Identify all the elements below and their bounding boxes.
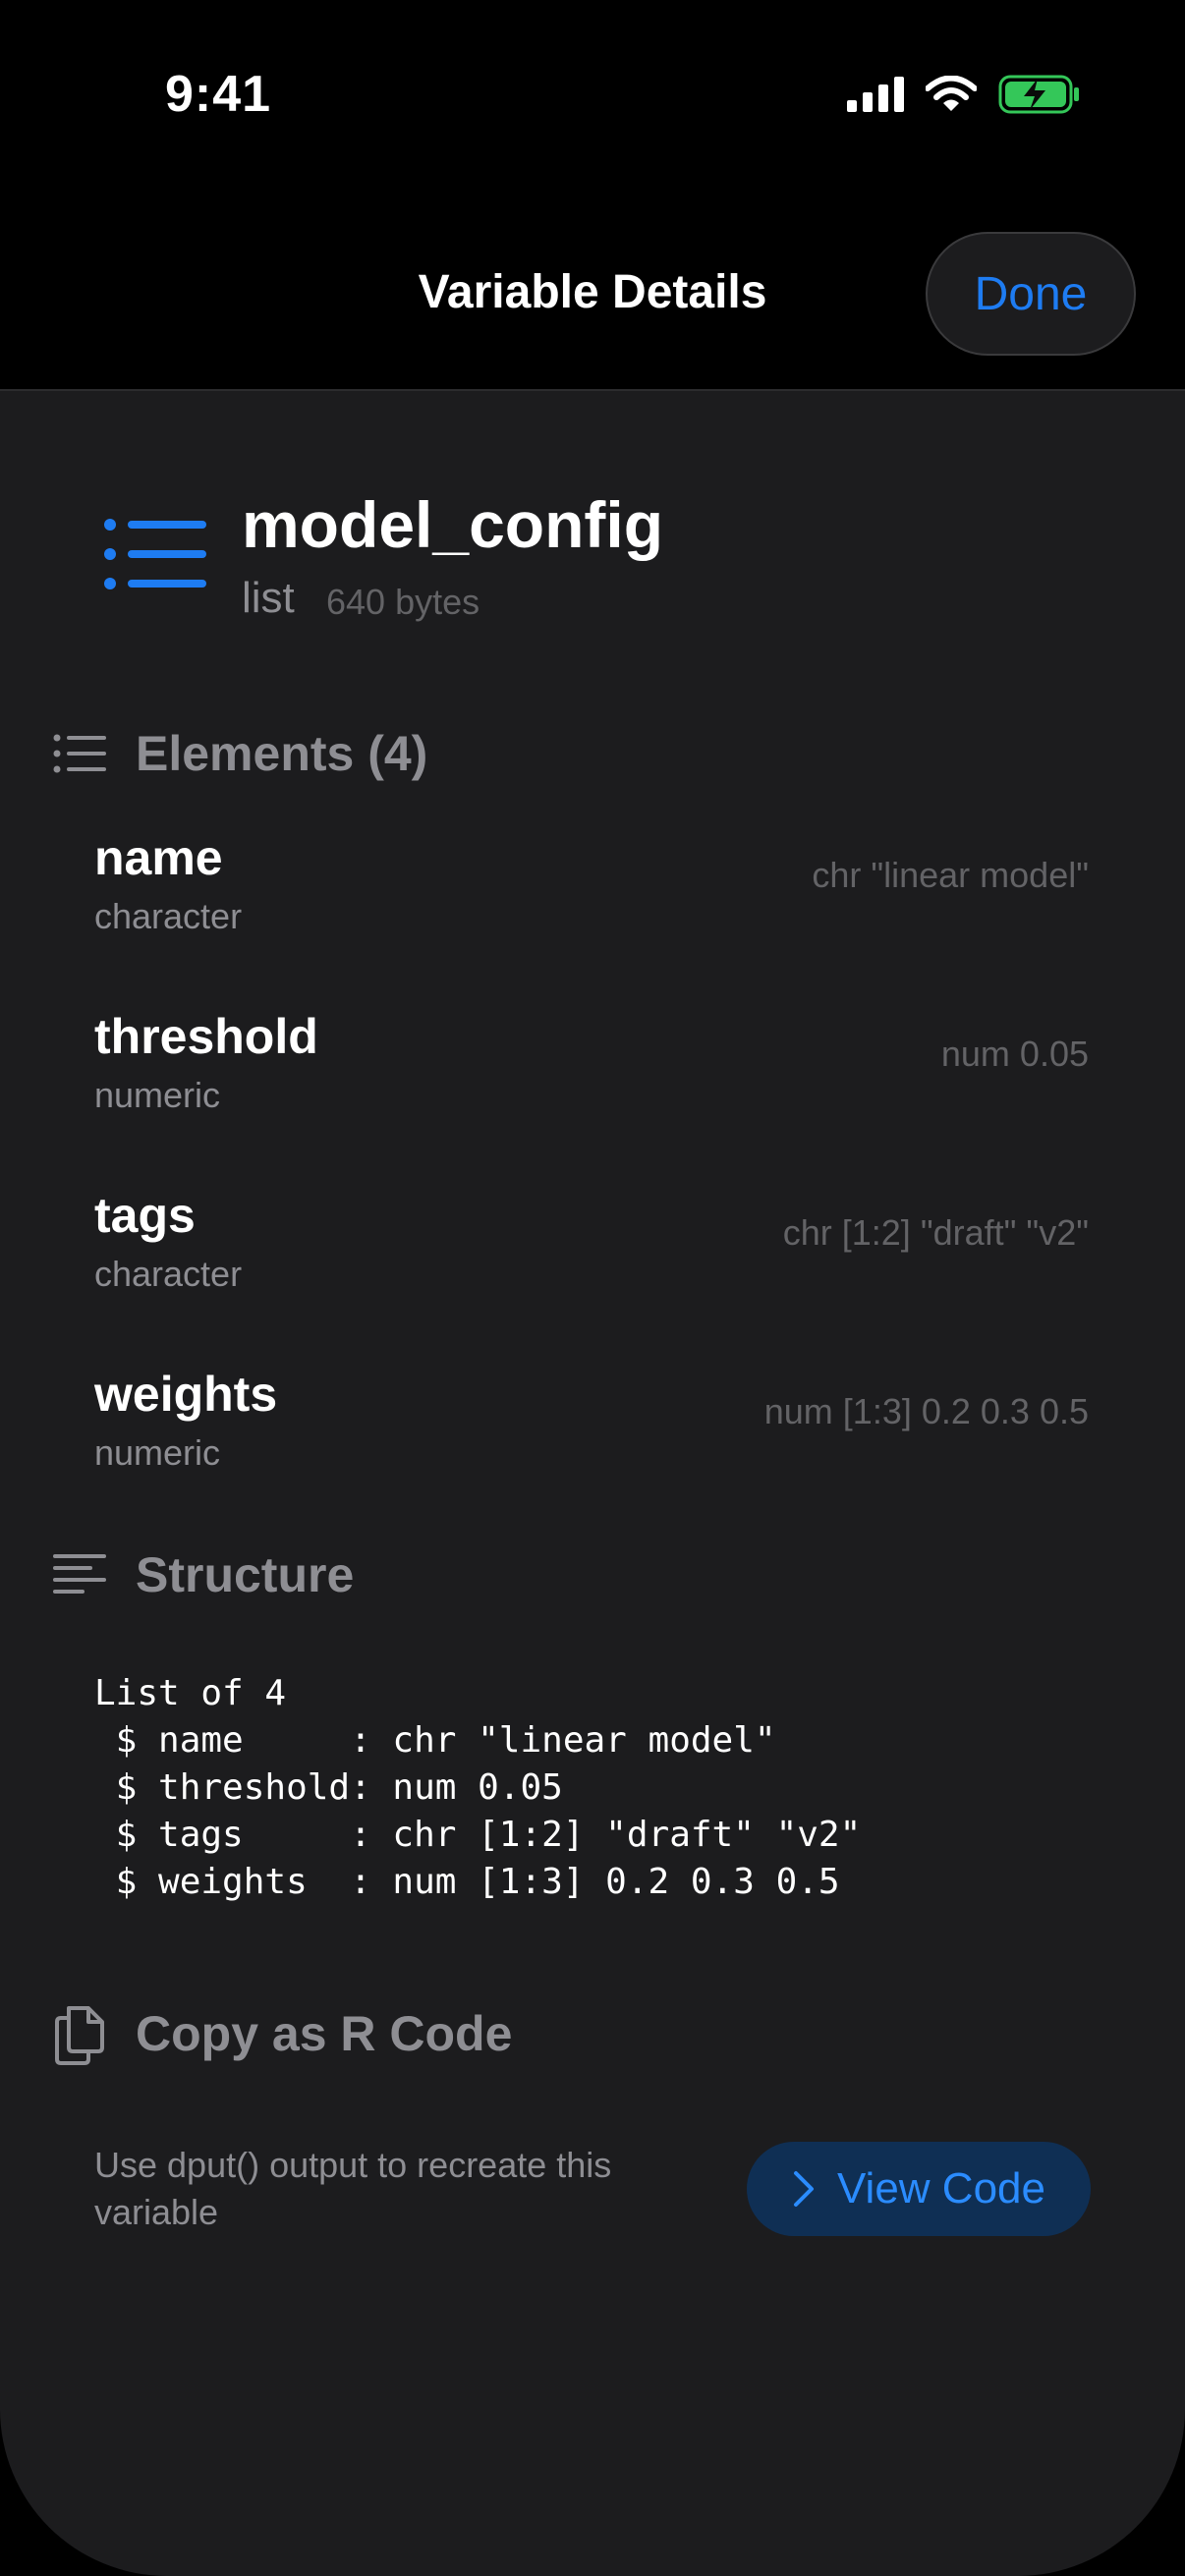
element-row[interactable]: name character chr "linear model" <box>94 829 1089 977</box>
status-bar: 9:41 <box>0 0 1185 196</box>
copy-section-header: Copy as R Code <box>53 2002 512 2065</box>
element-row[interactable]: weights numeric num [1:3] 0.2 0.3 0.5 <box>94 1366 1089 1513</box>
element-value: chr "linear model" <box>812 855 1089 895</box>
element-name: name <box>94 830 223 885</box>
cellular-signal-icon <box>847 77 904 112</box>
detail-sheet: model_config list 640 bytes Elements (4)… <box>0 389 1185 2576</box>
copy-description: Use dput() output to recreate this varia… <box>94 2145 612 2232</box>
structure-section-title: Structure <box>136 1547 355 1602</box>
view-code-button[interactable]: View Code <box>747 2142 1091 2236</box>
element-name: tags <box>94 1188 196 1243</box>
status-time: 9:41 <box>165 66 272 123</box>
element-value: num [1:3] 0.2 0.3 0.5 <box>763 1391 1089 1431</box>
status-icons <box>847 75 1081 114</box>
view-code-label: View Code <box>837 2164 1045 2212</box>
element-class: numeric <box>94 1432 221 1473</box>
element-name: weights <box>94 1367 278 1422</box>
variable-size: 640 bytes <box>326 582 480 622</box>
elements-section-header: Elements (4) <box>53 725 427 782</box>
element-class: character <box>94 1254 243 1294</box>
text-align-left-icon <box>53 1554 106 1594</box>
list-icon <box>53 734 106 773</box>
element-value: chr [1:2] "draft" "v2" <box>782 1212 1089 1253</box>
done-button[interactable]: Done <box>926 232 1136 356</box>
structure-section-header: Structure <box>53 1546 354 1603</box>
nav-bar: Variable Details Done <box>0 196 1185 389</box>
chevron-right-icon <box>794 2171 814 2207</box>
element-row[interactable]: threshold numeric num 0.05 <box>94 1008 1089 1155</box>
element-class: numeric <box>94 1075 221 1115</box>
element-class: character <box>94 896 243 936</box>
element-value: num 0.05 <box>940 1034 1089 1074</box>
element-name: threshold <box>94 1009 318 1064</box>
wifi-icon <box>926 76 977 111</box>
battery-charging-icon <box>998 75 1079 114</box>
element-row[interactable]: tags character chr [1:2] "draft" "v2" <box>94 1187 1089 1334</box>
structure-output: List of 4 $ name : chr "linear model" $ … <box>94 1673 862 1902</box>
doc-on-doc-icon <box>55 2006 104 2065</box>
variable-name: model_config <box>242 488 664 561</box>
elements-section-title: Elements (4) <box>136 726 428 781</box>
variable-type: list <box>242 574 295 622</box>
list-bullet-icon <box>104 519 206 589</box>
copy-section-title: Copy as R Code <box>136 2006 513 2061</box>
